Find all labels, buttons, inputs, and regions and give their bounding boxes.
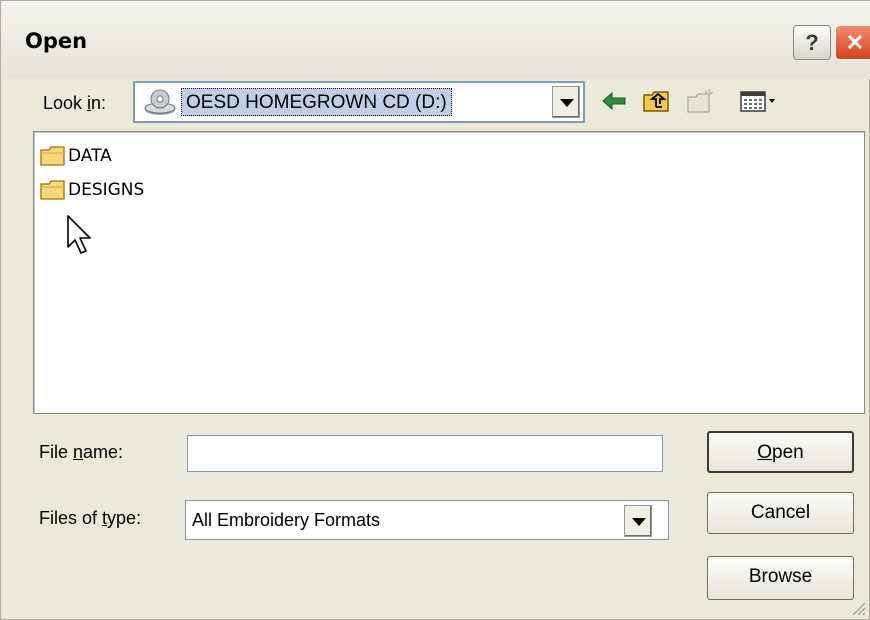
- folder-icon: [40, 146, 65, 166]
- list-item-designs[interactable]: DESIGNS: [40, 177, 144, 203]
- look-in-label: Look in:: [43, 93, 107, 113]
- close-icon: ✕: [845, 30, 865, 55]
- browse-button[interactable]: Browse: [707, 556, 854, 600]
- file-list[interactable]: DATA DESIGNS: [33, 131, 865, 414]
- view-menu-icon[interactable]: [739, 87, 779, 115]
- file-name-label: File name:: [39, 442, 124, 462]
- create-new-folder-icon[interactable]: [685, 87, 715, 115]
- back-arrow-icon[interactable]: [599, 87, 629, 115]
- up-one-level-icon[interactable]: [641, 87, 671, 115]
- folder-name: DATA: [68, 146, 112, 166]
- file-type-dropdown[interactable]: All Embroidery Formats: [185, 500, 669, 540]
- cancel-button[interactable]: Cancel: [707, 492, 854, 534]
- open-dialog: Open ? ✕ Look in: OESD HOMEGROWN CD (D:): [0, 0, 870, 620]
- resize-grip-icon[interactable]: [849, 599, 867, 617]
- question-mark-icon: ?: [805, 30, 819, 55]
- folder-icon: [40, 180, 65, 200]
- mouse-pointer-icon: [67, 215, 91, 254]
- open-button[interactable]: Open: [707, 431, 854, 473]
- chevron-down-icon[interactable]: [624, 505, 652, 537]
- file-type-value: All Embroidery Formats: [192, 510, 381, 530]
- title-bar[interactable]: Open ? ✕: [1, 1, 870, 79]
- help-button[interactable]: ?: [793, 25, 831, 60]
- look-in-dropdown[interactable]: OESD HOMEGROWN CD (D:): [133, 81, 585, 123]
- selected-drive-text: OESD HOMEGROWN CD (D:): [181, 88, 452, 116]
- chevron-down-icon[interactable]: [552, 86, 580, 118]
- close-button[interactable]: ✕: [835, 25, 870, 60]
- cd-drive-icon: [144, 89, 176, 115]
- file-type-label: Files of type:: [39, 508, 142, 528]
- list-item-data[interactable]: DATA: [40, 143, 112, 169]
- file-name-input[interactable]: [187, 435, 663, 472]
- folder-name: DESIGNS: [68, 180, 145, 200]
- dialog-title: Open: [25, 29, 88, 53]
